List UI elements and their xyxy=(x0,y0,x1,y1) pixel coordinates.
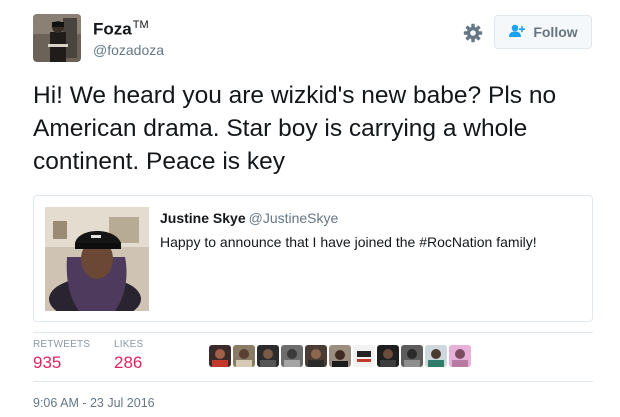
liker-avatar-7[interactable] xyxy=(353,345,375,367)
follow-button-label: Follow xyxy=(533,24,578,40)
quoted-tweet-image xyxy=(45,207,149,311)
author-handle[interactable]: @fozadoza xyxy=(93,42,164,58)
trademark-symbol: TM xyxy=(132,19,149,31)
liker-avatar-3[interactable] xyxy=(257,345,279,367)
tweet-timestamp[interactable]: 9:06 AM - 23 Jul 2016 xyxy=(33,396,155,410)
quoted-tweet-card[interactable]: Justine Skye @JustineSkye Happy to announ… xyxy=(33,195,593,322)
likes-count: 286 xyxy=(114,353,143,372)
author-name[interactable]: FozaTM xyxy=(93,19,149,40)
liker-avatars xyxy=(209,345,471,367)
retweets-count: 935 xyxy=(33,353,62,372)
gear-icon[interactable] xyxy=(463,23,483,43)
retweets-label: RETWEETS xyxy=(33,339,91,350)
liker-avatar-2[interactable] xyxy=(233,345,255,367)
quoted-tweet-text: Happy to announce that I have joined the… xyxy=(160,234,537,250)
liker-avatar-4[interactable] xyxy=(281,345,303,367)
retweets-stat[interactable]: RETWEETS 935 xyxy=(33,339,90,373)
follow-button[interactable]: Follow xyxy=(494,15,592,49)
liker-avatar-9[interactable] xyxy=(401,345,423,367)
liker-avatar-5[interactable] xyxy=(305,345,327,367)
likes-label: LIKES xyxy=(114,339,144,350)
quoted-tweet-author[interactable]: Justine Skye @JustineSkye xyxy=(160,210,338,226)
liker-avatar-1[interactable] xyxy=(209,345,231,367)
quoted-author-handle: @JustineSkye xyxy=(248,210,339,226)
quoted-author-name: Justine Skye xyxy=(160,210,246,226)
author-avatar[interactable] xyxy=(33,14,81,62)
liker-avatar-6[interactable] xyxy=(329,345,351,367)
stats-divider-top xyxy=(33,332,593,333)
stats-divider-bottom xyxy=(33,381,593,382)
liker-avatar-10[interactable] xyxy=(425,345,447,367)
likes-stat[interactable]: LIKES 286 xyxy=(114,339,143,373)
liker-avatar-11[interactable] xyxy=(449,345,471,367)
liker-avatar-8[interactable] xyxy=(377,345,399,367)
add-user-icon xyxy=(508,24,526,41)
tweet-text: Hi! We heard you are wizkid's new babe? … xyxy=(33,82,557,175)
